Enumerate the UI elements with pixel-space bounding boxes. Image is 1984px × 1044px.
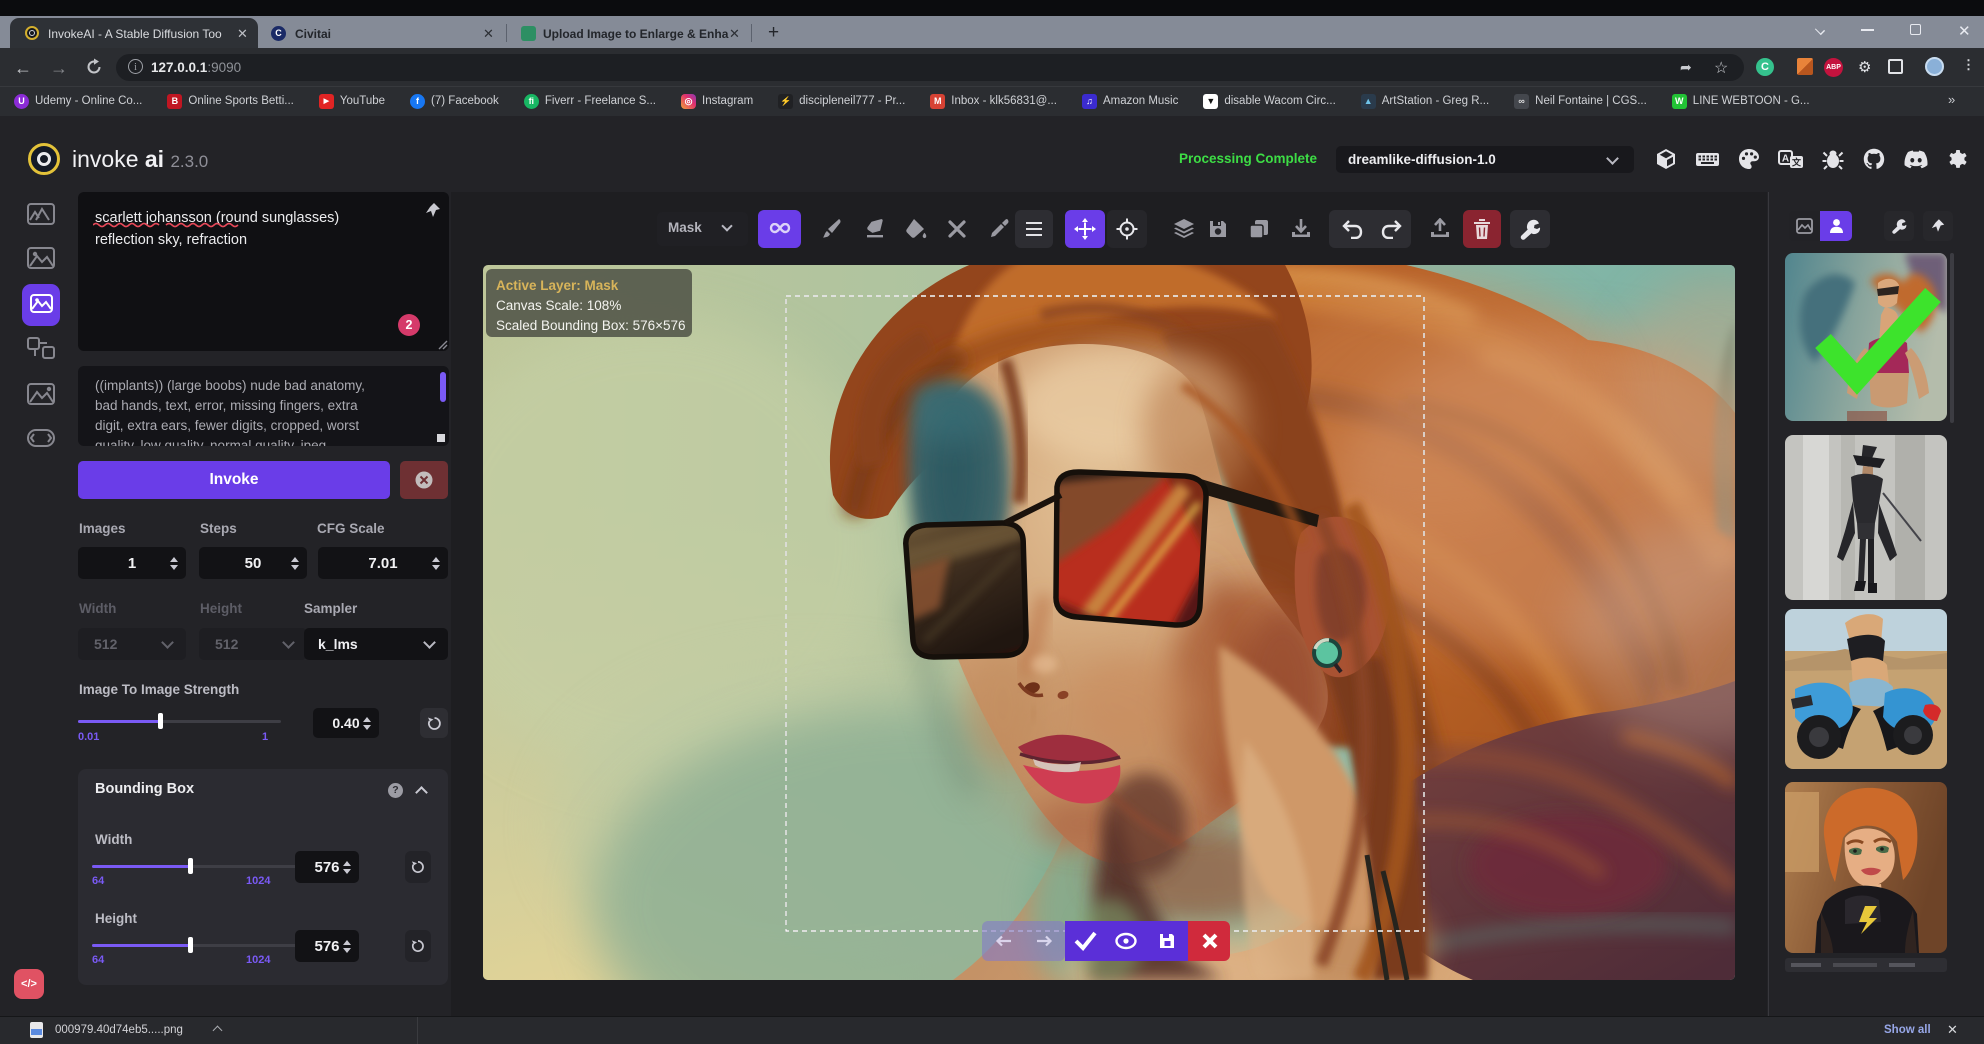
svg-text:Canvas Scale: 108%: Canvas Scale: 108% <box>496 298 621 313</box>
svg-text:A: A <box>1782 154 1789 165</box>
svg-text:Scaled Bounding Box: 576×576: Scaled Bounding Box: 576×576 <box>496 318 686 333</box>
svg-text:文: 文 <box>1791 157 1802 168</box>
svg-text:Active Layer: Mask: Active Layer: Mask <box>496 278 619 293</box>
